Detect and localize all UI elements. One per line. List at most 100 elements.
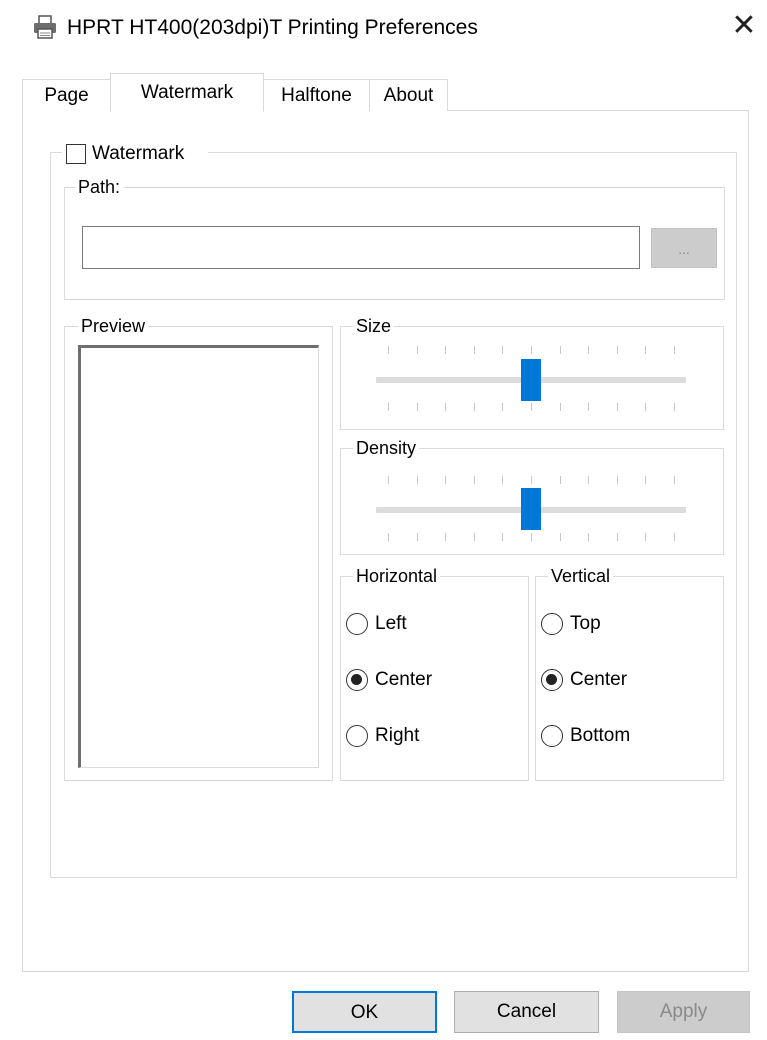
radio-vertical-center[interactable]: Center (541, 668, 691, 692)
vertical-legend: Vertical (548, 565, 614, 587)
size-tick-bottom-4 (502, 403, 503, 411)
size-tick-bottom-2 (445, 403, 446, 411)
density-tick-bottom-0 (388, 533, 389, 541)
size-slider-thumb[interactable] (521, 359, 541, 401)
radio-selected-dot (351, 674, 362, 685)
size-tick-bottom-6 (560, 403, 561, 411)
window-title: HPRT HT400(203dpi)T Printing Preferences (67, 16, 478, 39)
radio-horizontal-left-button[interactable] (346, 613, 368, 635)
size-ticks-bottom (376, 403, 686, 413)
close-icon: ✕ (731, 9, 757, 42)
radio-horizontal-left[interactable]: Left (346, 612, 496, 636)
size-tick-top-4 (502, 346, 503, 354)
size-tick-bottom-10 (674, 403, 675, 411)
size-tick-top-8 (617, 346, 618, 354)
density-tick-bottom-8 (617, 533, 618, 541)
radio-vertical-top[interactable]: Top (541, 612, 691, 636)
radio-horizontal-center-label: Center (375, 669, 433, 690)
tab-about-label: About (383, 85, 434, 106)
radio-horizontal-right[interactable]: Right (346, 724, 496, 748)
size-ticks-top (376, 346, 686, 356)
density-legend: Density (353, 437, 420, 459)
apply-button[interactable]: Apply (617, 991, 750, 1033)
size-tick-top-9 (645, 346, 646, 354)
tab-halftone-label: Halftone (281, 85, 352, 106)
density-slider[interactable] (376, 476, 686, 543)
density-tick-top-7 (588, 476, 589, 484)
size-tick-top-3 (474, 346, 475, 354)
size-tick-bottom-0 (388, 403, 389, 411)
path-legend: Path: (75, 176, 124, 198)
density-tick-top-6 (560, 476, 561, 484)
density-tick-bottom-2 (445, 533, 446, 541)
density-tick-bottom-5 (531, 533, 532, 541)
apply-button-label: Apply (659, 1001, 708, 1022)
density-tick-bottom-3 (474, 533, 475, 541)
preview-legend: Preview (78, 315, 149, 337)
watermark-checkbox-label: Watermark (92, 143, 185, 164)
radio-vertical-center-label: Center (570, 669, 628, 690)
density-tick-top-2 (445, 476, 446, 484)
density-ticks-bottom (376, 533, 686, 543)
radio-vertical-bottom-button[interactable] (541, 725, 563, 747)
size-tick-bottom-9 (645, 403, 646, 411)
size-tick-bottom-1 (417, 403, 418, 411)
watermark-checkbox-row[interactable]: Watermark (62, 142, 208, 168)
browse-button[interactable]: ... (651, 228, 717, 268)
size-tick-bottom-7 (588, 403, 589, 411)
size-tick-bottom-5 (531, 403, 532, 411)
density-tick-top-10 (674, 476, 675, 484)
density-tick-top-5 (531, 476, 532, 484)
size-legend: Size (353, 315, 395, 337)
size-tick-top-5 (531, 346, 532, 354)
close-button[interactable]: ✕ (728, 10, 760, 42)
size-slider[interactable] (376, 346, 686, 413)
density-tick-top-1 (417, 476, 418, 484)
density-tick-bottom-6 (560, 533, 561, 541)
tab-page-label: Page (44, 85, 89, 106)
tab-page[interactable]: Page (22, 79, 111, 111)
preview-area (78, 345, 319, 768)
radio-horizontal-center-button[interactable] (346, 669, 368, 691)
density-tick-bottom-4 (502, 533, 503, 541)
path-input[interactable] (82, 226, 640, 269)
radio-horizontal-center[interactable]: Center (346, 668, 496, 692)
ok-button-label: OK (350, 1002, 379, 1023)
tab-about[interactable]: About (369, 79, 448, 111)
size-tick-top-2 (445, 346, 446, 354)
density-tick-top-3 (474, 476, 475, 484)
watermark-checkbox[interactable] (66, 144, 86, 164)
density-tick-bottom-1 (417, 533, 418, 541)
density-tick-top-4 (502, 476, 503, 484)
size-tick-bottom-3 (474, 403, 475, 411)
tab-halftone[interactable]: Halftone (263, 79, 370, 111)
ok-button[interactable]: OK (292, 991, 437, 1033)
cancel-button-label: Cancel (496, 1001, 557, 1022)
size-tick-top-10 (674, 346, 675, 354)
density-tick-top-9 (645, 476, 646, 484)
horizontal-legend: Horizontal (353, 565, 441, 587)
density-tick-bottom-9 (645, 533, 646, 541)
radio-vertical-top-label: Top (570, 613, 601, 634)
density-ticks-top (376, 476, 686, 486)
radio-vertical-top-button[interactable] (541, 613, 563, 635)
size-tick-top-0 (388, 346, 389, 354)
tab-watermark-label: Watermark (140, 82, 234, 103)
density-tick-bottom-10 (674, 533, 675, 541)
size-tick-top-1 (417, 346, 418, 354)
density-tick-top-0 (388, 476, 389, 484)
radio-vertical-bottom-label: Bottom (570, 725, 631, 746)
size-tick-top-7 (588, 346, 589, 354)
radio-horizontal-left-label: Left (375, 613, 407, 634)
radio-selected-dot (546, 674, 557, 685)
radio-horizontal-right-button[interactable] (346, 725, 368, 747)
cancel-button[interactable]: Cancel (454, 991, 599, 1033)
tab-watermark[interactable]: Watermark (110, 73, 264, 112)
size-tick-bottom-8 (617, 403, 618, 411)
radio-vertical-bottom[interactable]: Bottom (541, 724, 691, 748)
browse-button-label: ... (678, 241, 690, 257)
radio-horizontal-right-label: Right (375, 725, 420, 746)
size-tick-top-6 (560, 346, 561, 354)
radio-vertical-center-button[interactable] (541, 669, 563, 691)
density-slider-thumb[interactable] (521, 488, 541, 530)
